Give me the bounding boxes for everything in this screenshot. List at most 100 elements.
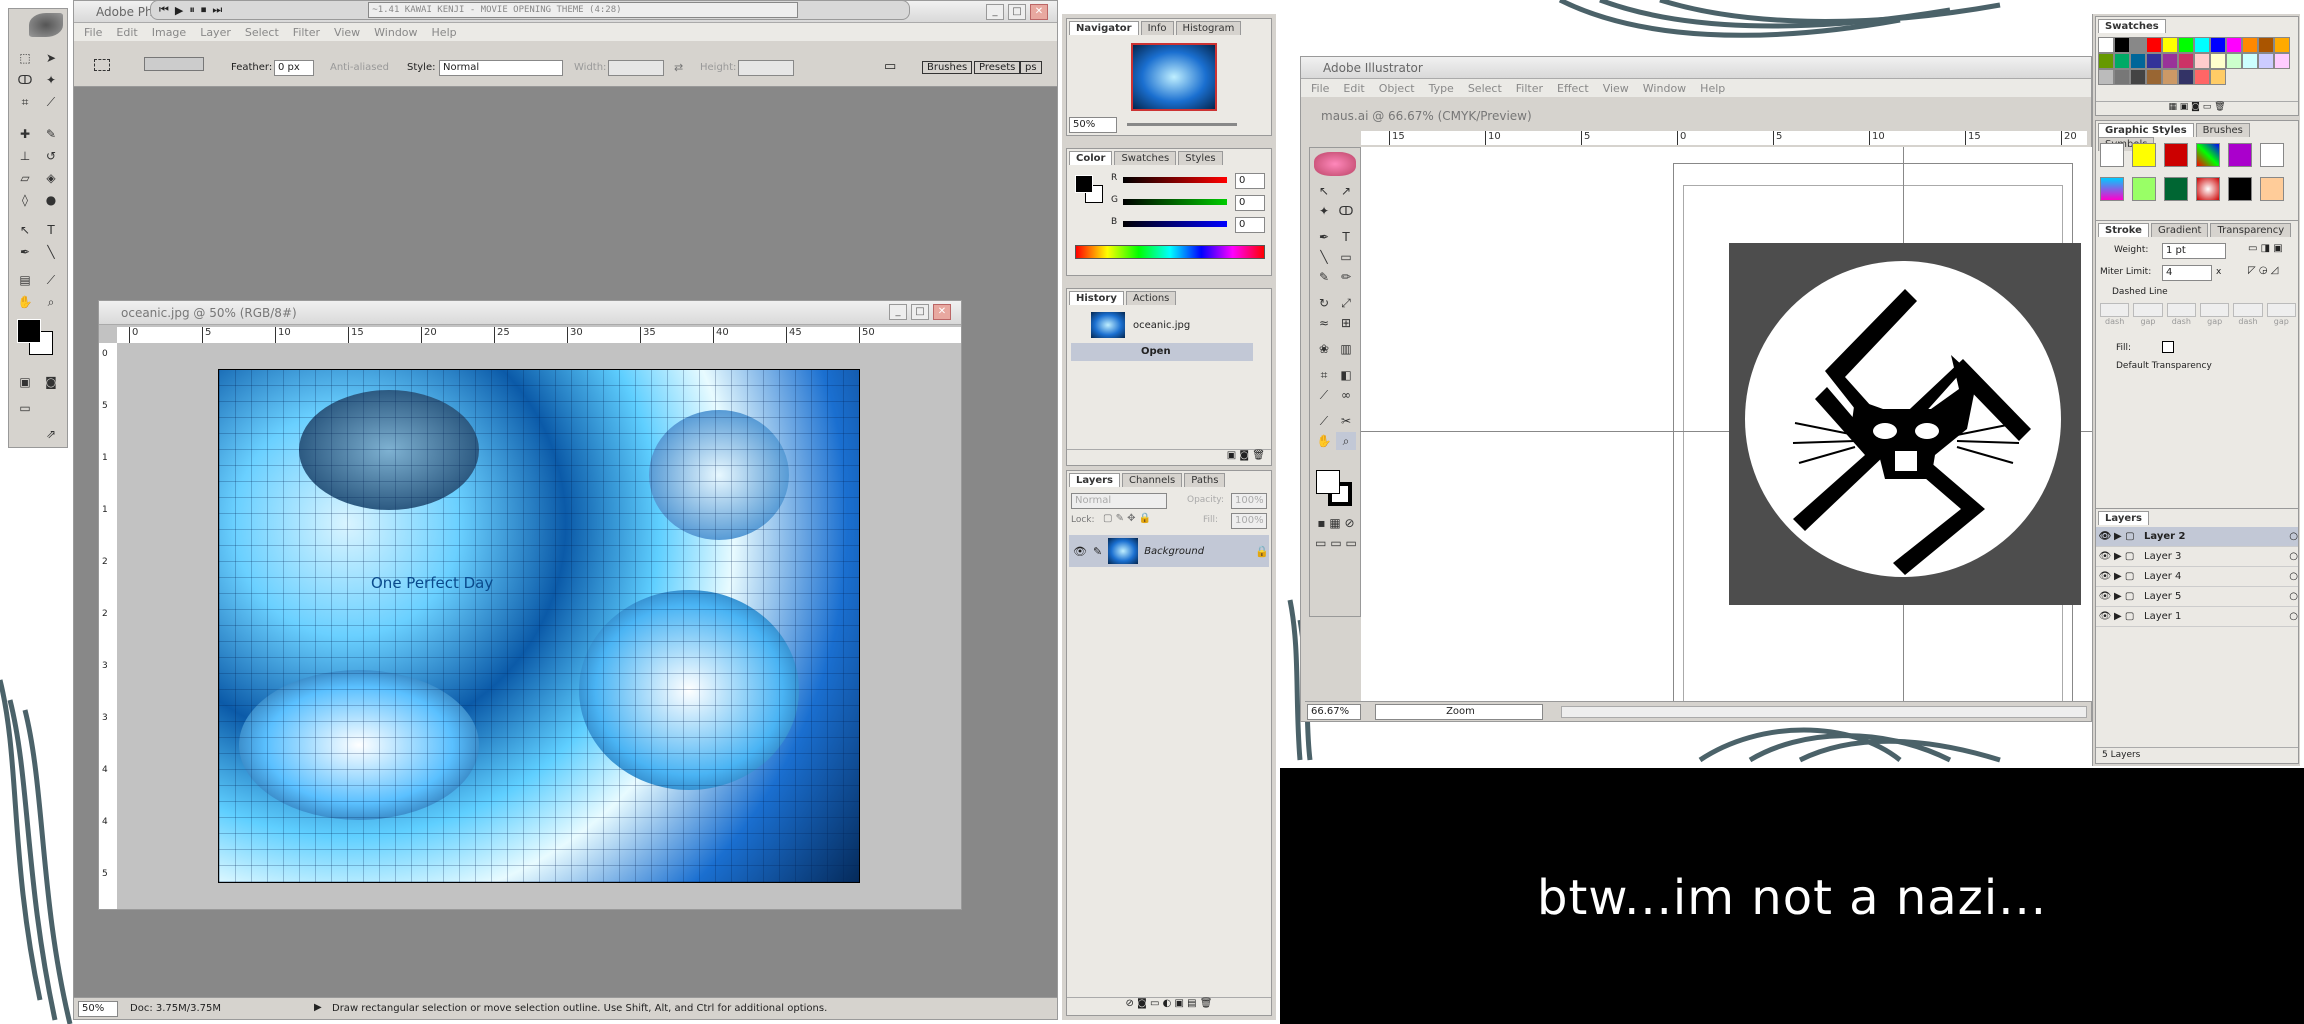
ai-menu-effect[interactable]: Effect	[1557, 82, 1589, 95]
crop-tool-icon[interactable]: ⌗	[15, 93, 35, 111]
swatch-grid[interactable]	[2098, 37, 2296, 99]
ai-slice-icon[interactable]: ⟋	[1314, 412, 1334, 430]
ai-hscroll[interactable]	[1561, 706, 2087, 718]
magic-wand-icon[interactable]: ✦	[41, 71, 61, 89]
foreground-color-swatch[interactable]	[17, 319, 41, 343]
color-swatch[interactable]	[2194, 37, 2210, 53]
tab-histogram[interactable]: Histogram	[1175, 21, 1242, 35]
minimize-button[interactable]: _	[986, 4, 1004, 20]
ai-menu-type[interactable]: Type	[1429, 82, 1454, 95]
dodge-tool-icon[interactable]: ●	[41, 191, 61, 209]
path-select-icon[interactable]: ↖	[15, 221, 35, 239]
g-input[interactable]: 0	[1235, 195, 1265, 211]
navigator-thumbnail[interactable]	[1131, 43, 1217, 111]
color-swatch[interactable]	[2210, 53, 2226, 69]
color-swatch[interactable]	[2098, 37, 2114, 53]
prev-icon[interactable]: ⏮	[159, 3, 169, 17]
history-snapshot[interactable]: oceanic.jpg	[1071, 311, 1253, 339]
dash-field-3[interactable]: dash	[2233, 303, 2263, 331]
tab-styles[interactable]: Styles	[1178, 151, 1223, 165]
antialiased-checkbox[interactable]: Anti-aliased	[330, 62, 389, 73]
menu-window[interactable]: Window	[374, 26, 417, 39]
blur-tool-icon[interactable]: ◊	[15, 191, 35, 209]
move-tool-icon[interactable]: ➤	[41, 49, 61, 67]
doc-maximize-button[interactable]: □	[911, 304, 929, 320]
color-swatch[interactable]	[2274, 53, 2290, 69]
g-slider[interactable]	[1123, 199, 1227, 205]
ai-color-mode-icons[interactable]: ▪ ▦ ⊘	[1314, 514, 1358, 532]
tab-paths[interactable]: Paths	[1184, 473, 1226, 487]
eraser-tool-icon[interactable]: ▱	[15, 169, 35, 187]
pause-icon[interactable]: ⏸	[189, 3, 195, 17]
ai-gradient-icon[interactable]: ◧	[1336, 366, 1356, 384]
graphic-style-swatch[interactable]	[2260, 177, 2284, 201]
color-swatch[interactable]	[2130, 37, 2146, 53]
tab-stroke[interactable]: Stroke	[2098, 223, 2149, 237]
brushes-tab[interactable]: Brushes	[922, 61, 973, 74]
lasso-tool-icon[interactable]: ↀ	[15, 71, 35, 89]
menu-layer[interactable]: Layer	[200, 26, 231, 39]
menu-file[interactable]: File	[84, 26, 102, 39]
graphic-style-swatch[interactable]	[2164, 177, 2188, 201]
graphic-style-swatch[interactable]	[2100, 143, 2124, 167]
tab-color[interactable]: Color	[1069, 151, 1113, 165]
stamp-tool-icon[interactable]: ⊥	[15, 147, 35, 165]
tab-ai-brushes[interactable]: Brushes	[2195, 123, 2250, 137]
eyedropper-icon[interactable]: ⟋	[41, 271, 61, 289]
color-swatch[interactable]	[2242, 53, 2258, 69]
tab-gradient[interactable]: Gradient	[2150, 223, 2209, 237]
next-icon[interactable]: ⏭	[212, 3, 222, 17]
stop-icon[interactable]: ⏹	[201, 3, 207, 17]
ai-line-icon[interactable]: ╲	[1314, 248, 1334, 266]
ai-layer-row[interactable]: 👁 ▶ ▢ Layer 1 ○	[2096, 607, 2298, 627]
graphic-style-swatch[interactable]	[2260, 143, 2284, 167]
ai-menu-object[interactable]: Object	[1379, 82, 1415, 95]
history-brush-icon[interactable]: ↺	[41, 147, 61, 165]
color-swatch[interactable]	[2130, 53, 2146, 69]
color-fg-swatch[interactable]	[1075, 175, 1093, 193]
selection-mode-icons[interactable]	[144, 57, 204, 71]
ai-free-transform-icon[interactable]: ⊞	[1336, 314, 1356, 332]
ai-hand-icon[interactable]: ✋	[1314, 432, 1334, 450]
tab-info[interactable]: Info	[1140, 21, 1174, 35]
style-select[interactable]: Normal	[439, 60, 563, 76]
tab-ai-swatches[interactable]: Swatches	[2098, 19, 2166, 33]
pen-tool-icon[interactable]: ✒	[15, 243, 35, 261]
ai-graph-icon[interactable]: ▥	[1336, 340, 1356, 358]
dash-field-2[interactable]: dash	[2166, 303, 2196, 331]
gap-field-3[interactable]: gap	[2266, 303, 2296, 331]
color-spectrum-bar[interactable]	[1075, 245, 1265, 259]
layer-row-background[interactable]: 👁 ✎ Background 🔒	[1069, 535, 1269, 567]
maximize-button[interactable]: □	[1008, 4, 1026, 20]
color-swatch[interactable]	[2162, 37, 2178, 53]
ai-symbol-icon[interactable]: ❀	[1314, 340, 1334, 358]
lock-icons[interactable]: ▢ ✎ ✥ 🔒	[1103, 513, 1151, 524]
eye-icon[interactable]: 👁	[1073, 545, 1087, 558]
ai-rotate-icon[interactable]: ↻	[1314, 294, 1334, 312]
menu-select[interactable]: Select	[245, 26, 279, 39]
imageready-icon[interactable]: ⇗	[41, 425, 61, 443]
opacity-input[interactable]: 100%	[1231, 493, 1267, 509]
color-swatch[interactable]	[2146, 37, 2162, 53]
ai-type-icon[interactable]: T	[1336, 228, 1356, 246]
graphic-style-swatch[interactable]	[2100, 177, 2124, 201]
ai-pen-icon[interactable]: ✒	[1314, 228, 1334, 246]
play-icon[interactable]: ▶	[175, 4, 183, 17]
doc-close-button[interactable]: ✕	[933, 304, 951, 320]
graphic-style-swatch[interactable]	[2132, 177, 2156, 201]
color-swatch[interactable]	[2130, 69, 2146, 85]
color-swatch[interactable]	[2098, 53, 2114, 69]
feather-input[interactable]: 0 px	[274, 60, 314, 76]
ai-menu-edit[interactable]: Edit	[1343, 82, 1364, 95]
graphic-style-swatch[interactable]	[2196, 143, 2220, 167]
ai-rect-icon[interactable]: ▭	[1336, 248, 1356, 266]
menu-filter[interactable]: Filter	[293, 26, 320, 39]
brush-link-icon[interactable]: ✎	[1093, 545, 1102, 558]
color-swatch[interactable]	[2162, 69, 2178, 85]
bucket-tool-icon[interactable]: ◈	[41, 169, 61, 187]
b-slider[interactable]	[1123, 221, 1227, 227]
gap-field-1[interactable]: gap	[2133, 303, 2163, 331]
swap-icon[interactable]: ⇄	[674, 61, 683, 74]
dash-field-1[interactable]: dash	[2100, 303, 2130, 331]
ai-layer-row[interactable]: 👁 ▶ ▢ Layer 5 ○	[2096, 587, 2298, 607]
